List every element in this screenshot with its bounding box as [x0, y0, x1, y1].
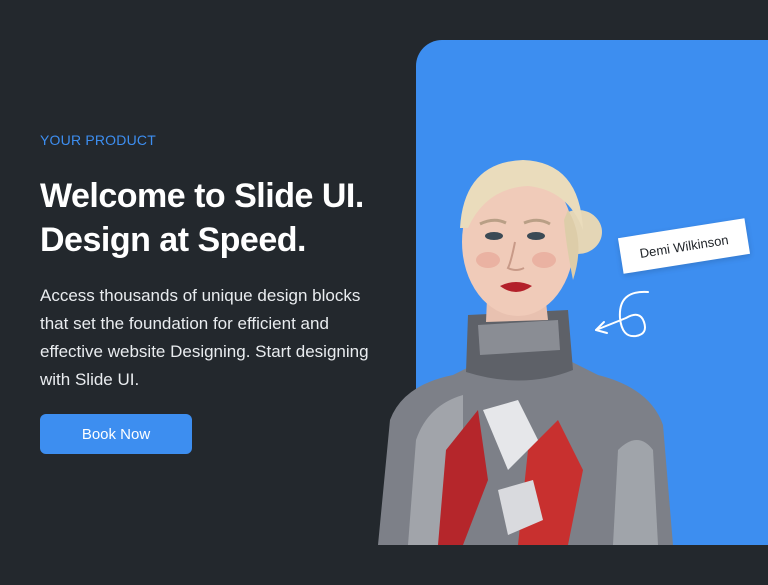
hero-description: Access thousands of unique design blocks…	[40, 286, 369, 389]
book-now-button[interactable]: Book Now	[40, 414, 192, 454]
collar-highlight	[478, 320, 560, 355]
hero-title: Welcome to Slide UI. Design at Speed.	[40, 174, 400, 262]
hero-title-line-1: Welcome to Slide UI.	[40, 177, 364, 215]
right-blush	[532, 252, 556, 268]
hero-section: YOUR PRODUCT Welcome to Slide UI. Design…	[0, 0, 768, 585]
left-eye	[485, 232, 503, 240]
right-eye	[527, 232, 545, 240]
curved-arrow-icon	[595, 290, 649, 338]
left-blush	[476, 252, 500, 268]
hero-title-line-2: Design at Speed.	[40, 221, 306, 259]
woman-portrait-image	[378, 160, 673, 545]
eyebrow-label: YOUR PRODUCT	[40, 132, 156, 148]
jacket-highlight-right	[613, 440, 658, 545]
